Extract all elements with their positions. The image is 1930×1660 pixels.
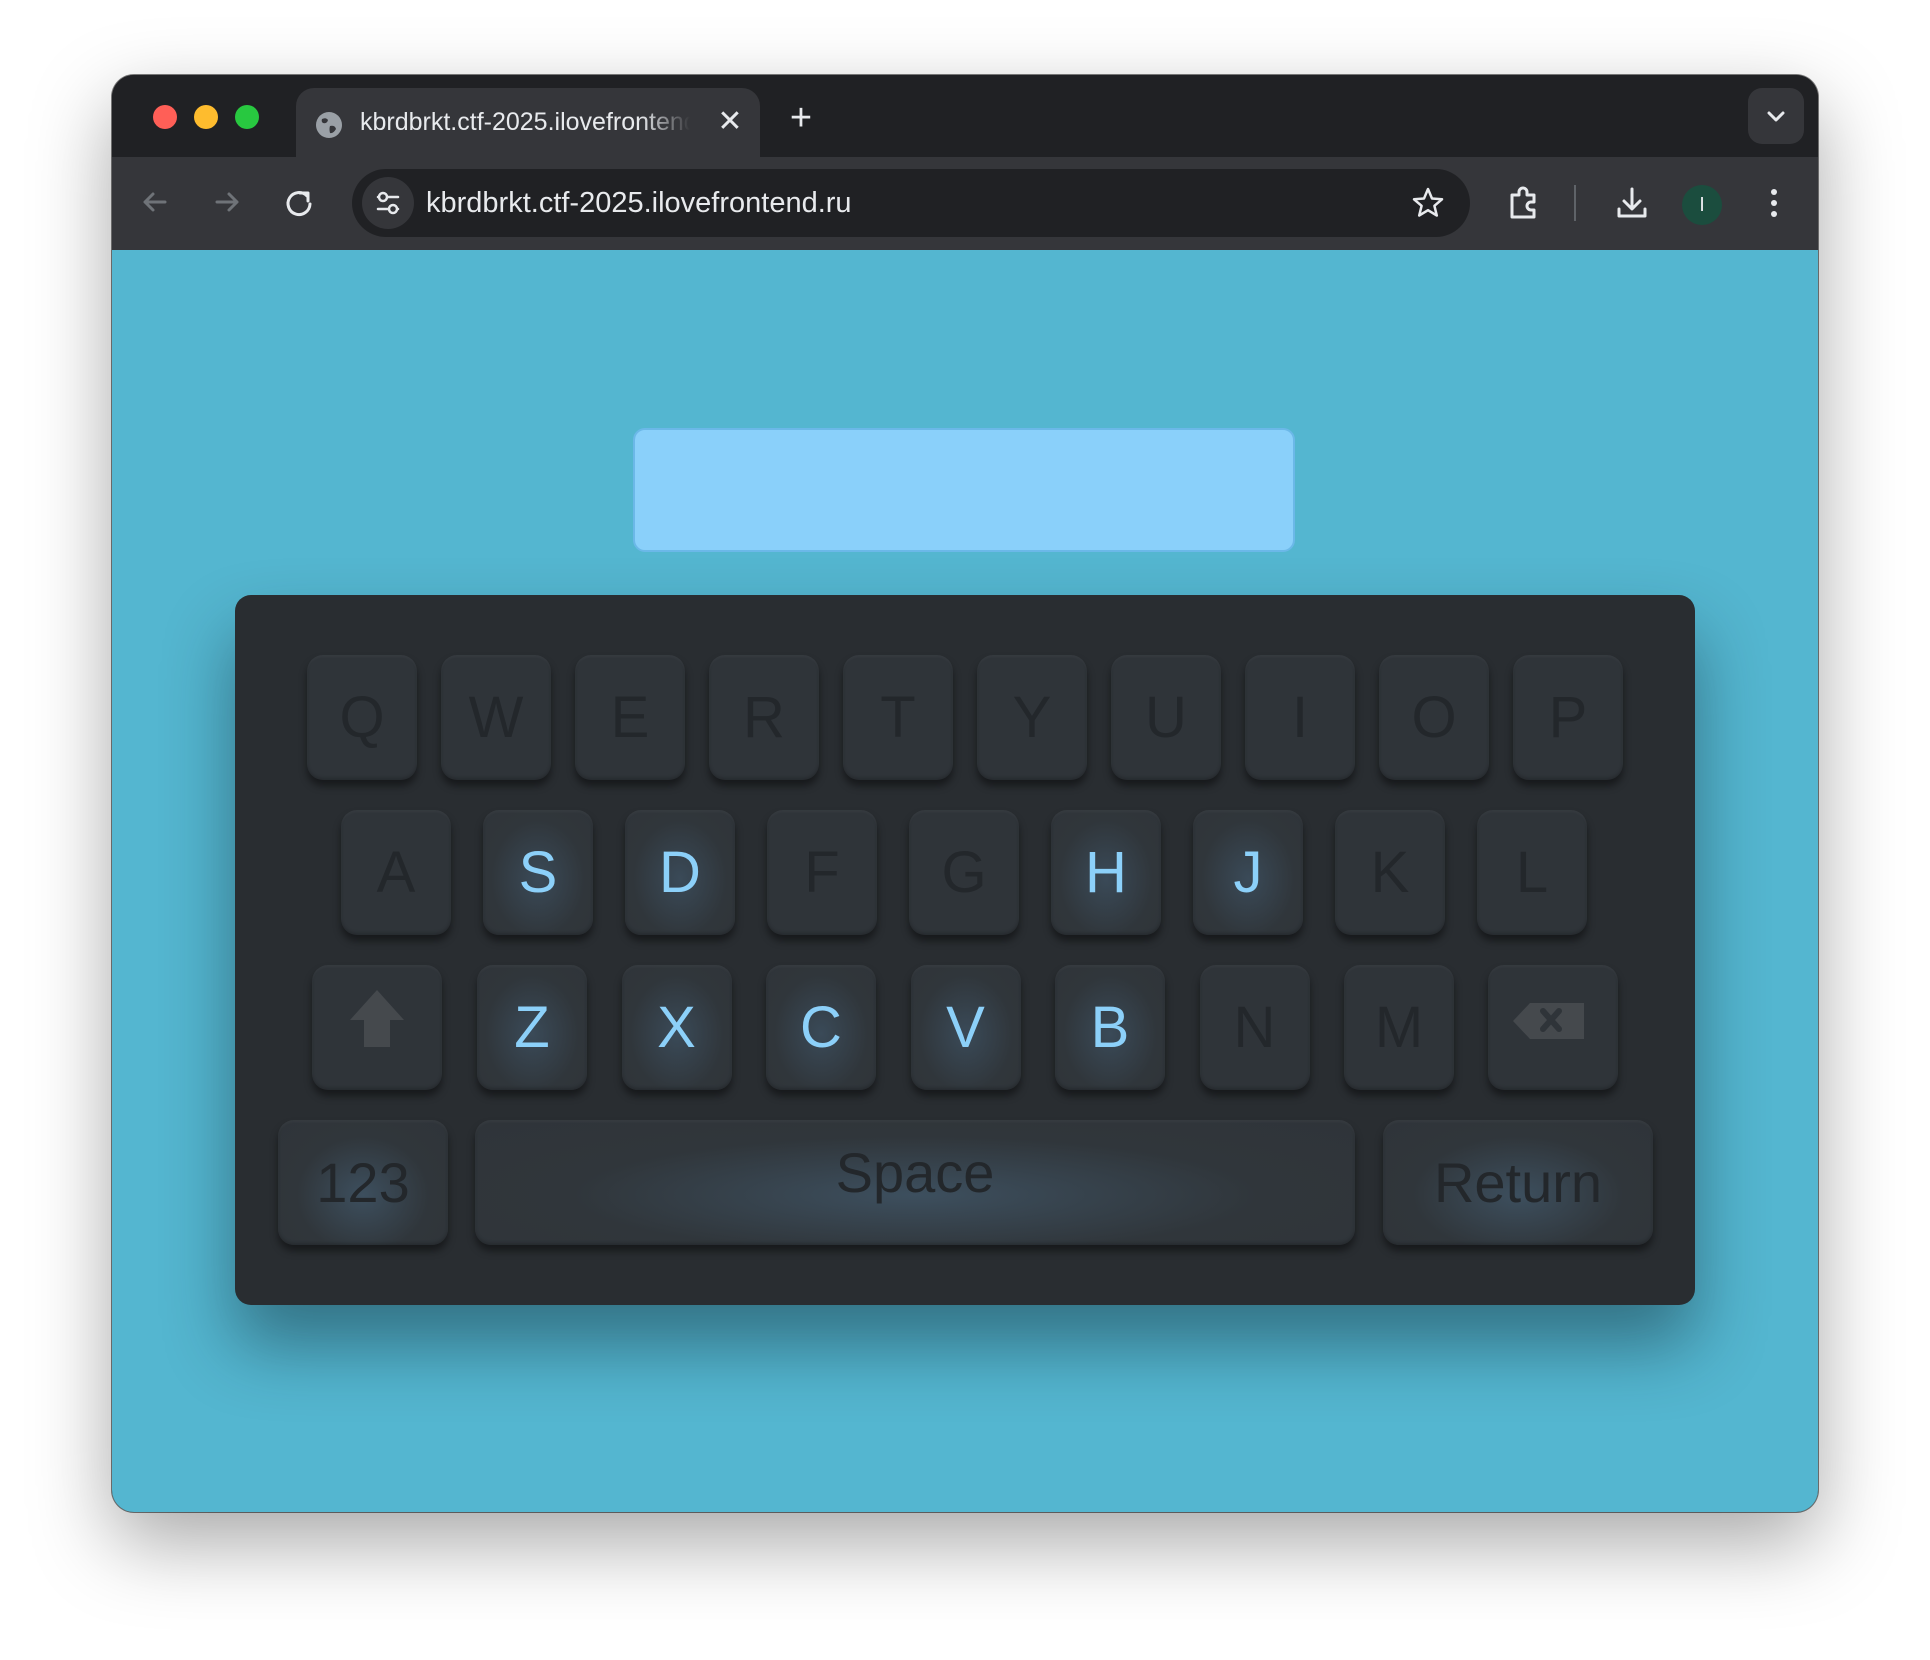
tab-search-button[interactable] xyxy=(1748,88,1804,144)
virtual-keyboard: 123 Space Return QWERTYUIOP ASDFGHJKL ZXCV… xyxy=(235,595,1695,1305)
key-x[interactable]: X xyxy=(621,965,732,1090)
tab-close-button[interactable]: ✕ xyxy=(714,106,746,138)
key-l[interactable]: L xyxy=(1477,810,1587,935)
key-q[interactable]: Q xyxy=(307,655,417,780)
key-e[interactable]: E xyxy=(575,655,685,780)
key-h[interactable]: H xyxy=(1051,810,1161,935)
return-key[interactable]: Return xyxy=(1383,1120,1653,1245)
bookmark-star-icon[interactable] xyxy=(1410,185,1446,221)
download-icon[interactable] xyxy=(1610,181,1654,225)
key-p[interactable]: P xyxy=(1513,655,1623,780)
key-o[interactable]: O xyxy=(1379,655,1489,780)
forward-arrow-icon[interactable] xyxy=(204,179,250,225)
key-t[interactable]: T xyxy=(843,655,953,780)
key-d[interactable]: D xyxy=(625,810,735,935)
key-g[interactable]: G xyxy=(909,810,1019,935)
key-i[interactable]: I xyxy=(1245,655,1355,780)
page-content: 123 Space Return QWERTYUIOP ASDFGHJKL ZXCV… xyxy=(112,250,1818,1512)
more-menu-icon[interactable] xyxy=(1752,181,1796,225)
backspace-icon xyxy=(1513,1003,1584,1039)
toolbar-divider xyxy=(1574,185,1576,221)
browser-window: kbrdbrkt.ctf-2025.ilovefrontend.ru ✕ + xyxy=(112,75,1818,1512)
new-tab-button[interactable]: + xyxy=(784,99,818,137)
tab-strip: kbrdbrkt.ctf-2025.ilovefrontend.ru ✕ + xyxy=(112,75,1818,157)
key-k[interactable]: K xyxy=(1335,810,1445,935)
shift-arrow-icon xyxy=(350,990,404,1047)
key-w[interactable]: W xyxy=(441,655,551,780)
tab-title: kbrdbrkt.ctf-2025.ilovefrontend.ru xyxy=(360,108,690,136)
toolbar: kbrdbrkt.ctf-2025.ilovefrontend.ru I xyxy=(112,157,1818,250)
profile-avatar[interactable]: I xyxy=(1682,185,1722,225)
close-window-button[interactable] xyxy=(153,105,177,129)
address-text: kbrdbrkt.ctf-2025.ilovefrontend.ru xyxy=(426,187,852,219)
maximize-window-button[interactable] xyxy=(235,105,259,129)
shift-key[interactable] xyxy=(312,965,442,1090)
globe-icon xyxy=(316,112,342,138)
key-m[interactable]: M xyxy=(1344,965,1454,1090)
key-y[interactable]: Y xyxy=(977,655,1087,780)
key-z[interactable]: Z xyxy=(477,965,587,1090)
key-s[interactable]: S xyxy=(483,810,593,935)
chevron-down-icon xyxy=(1767,111,1785,122)
key-v[interactable]: V xyxy=(910,965,1021,1090)
key-r[interactable]: R xyxy=(709,655,819,780)
key-b[interactable]: B xyxy=(1055,965,1165,1090)
site-settings-icon[interactable] xyxy=(362,177,414,229)
key-j[interactable]: J xyxy=(1193,810,1303,935)
tab-active[interactable]: kbrdbrkt.ctf-2025.ilovefrontend.ru ✕ xyxy=(296,88,760,157)
numbers-key[interactable]: 123 xyxy=(278,1120,448,1245)
space-key[interactable]: Space xyxy=(475,1120,1355,1245)
key-c[interactable]: C xyxy=(766,965,876,1090)
key-a[interactable]: A xyxy=(341,810,451,935)
back-arrow-icon[interactable] xyxy=(132,179,178,225)
minimize-window-button[interactable] xyxy=(194,105,218,129)
text-display-field[interactable] xyxy=(633,428,1295,552)
key-n[interactable]: N xyxy=(1199,965,1310,1090)
reload-icon[interactable] xyxy=(276,179,322,225)
extensions-puzzle-icon[interactable] xyxy=(1502,181,1546,225)
address-bar[interactable]: kbrdbrkt.ctf-2025.ilovefrontend.ru xyxy=(352,169,1470,237)
backspace-key[interactable] xyxy=(1488,965,1618,1090)
key-u[interactable]: U xyxy=(1111,655,1221,780)
key-f[interactable]: F xyxy=(767,810,877,935)
